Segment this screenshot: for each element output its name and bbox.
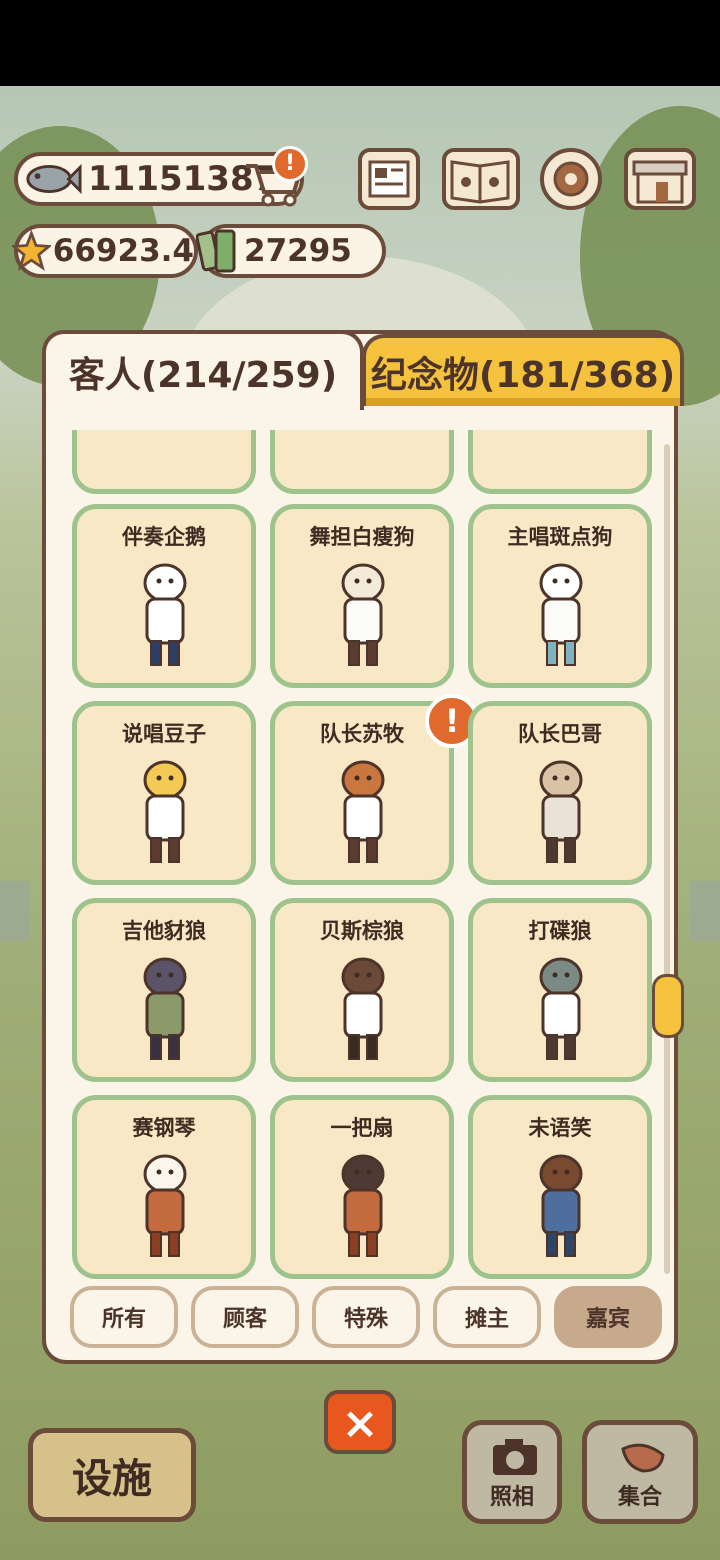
- guest-card-partial[interactable]: [468, 430, 652, 494]
- scene-left-arrow: [0, 881, 30, 941]
- guest-character-icon: [341, 1154, 385, 1257]
- guestbook-button[interactable]: [442, 148, 520, 210]
- guest-card[interactable]: 主唱斑点狗: [468, 504, 652, 688]
- filter-customers[interactable]: 顾客: [191, 1286, 299, 1348]
- guest-character-icon: [341, 957, 385, 1060]
- guest-name: 一把扇: [330, 1116, 394, 1140]
- shop-cart-button[interactable]: !: [240, 146, 308, 208]
- star-currency: 66923.4: [12, 224, 198, 278]
- tab-souvenirs[interactable]: 纪念物(181/368): [362, 334, 684, 406]
- guest-card[interactable]: 伴奏企鹅: [72, 504, 256, 688]
- guest-card[interactable]: 一把扇: [270, 1095, 454, 1279]
- guest-name: 贝斯棕狼: [320, 919, 404, 943]
- photo-button[interactable]: 照相: [462, 1420, 562, 1524]
- guest-card-partial[interactable]: [72, 430, 256, 494]
- settings-button[interactable]: [540, 148, 602, 210]
- camera-icon: [493, 1439, 537, 1475]
- scrollbar[interactable]: [664, 444, 670, 1274]
- filter-vendors[interactable]: 摊主: [433, 1286, 541, 1348]
- tab-guests[interactable]: 客人(214/259): [42, 330, 364, 410]
- whistle-icon: [621, 1443, 665, 1473]
- photo-label: 照相: [489, 1485, 534, 1510]
- guest-character-icon: [539, 1154, 583, 1257]
- guest-card[interactable]: 贝斯棕狼: [270, 898, 454, 1082]
- guest-card[interactable]: 队长巴哥: [468, 701, 652, 885]
- status-bar: [0, 0, 720, 86]
- guest-name: 吉他豺狼: [122, 919, 206, 943]
- guest-card[interactable]: 未语笑: [468, 1095, 652, 1279]
- guest-card-partial[interactable]: [270, 430, 454, 494]
- guest-character-icon: [143, 563, 187, 666]
- facility-button[interactable]: 设施: [28, 1428, 196, 1522]
- guest-character-icon: [341, 760, 385, 863]
- newspaper-icon: [368, 160, 410, 198]
- guest-card[interactable]: 队长苏牧!: [270, 694, 479, 885]
- guest-card[interactable]: 吉他豺狼: [72, 898, 256, 1082]
- guest-character-icon: [341, 563, 385, 666]
- guest-name: 舞担白瘦狗: [309, 525, 415, 549]
- ticket-count: 27295: [244, 233, 352, 269]
- guest-name: 伴奏企鹅: [122, 525, 206, 549]
- guest-card[interactable]: 说唱豆子: [72, 701, 256, 885]
- shop-icon: [632, 160, 688, 204]
- guest-name: 未语笑: [528, 1116, 592, 1140]
- guest-name: 主唱斑点狗: [507, 525, 613, 549]
- star-count: 66923.4: [52, 233, 194, 269]
- filter-all[interactable]: 所有: [70, 1286, 178, 1348]
- guest-character-icon: [539, 760, 583, 863]
- ticket-currency: 27295: [196, 224, 386, 278]
- star-icon: [12, 230, 51, 271]
- filter-bar: 所有 顾客 特殊 摊主 嘉宾: [70, 1286, 662, 1348]
- guest-character-icon: [143, 1154, 187, 1257]
- filter-guests[interactable]: 嘉宾: [554, 1286, 662, 1348]
- close-button[interactable]: ×: [324, 1390, 396, 1454]
- paw-book-icon: [450, 160, 510, 204]
- guest-name: 队长苏牧: [320, 722, 404, 746]
- cart-alert-badge: !: [272, 146, 308, 182]
- gear-icon: [553, 161, 589, 197]
- newspaper-button[interactable]: [358, 148, 420, 210]
- scrollbar-thumb[interactable]: [652, 974, 684, 1038]
- scene-right-arrow: [690, 881, 720, 941]
- guest-grid[interactable]: 伴奏企鹅 舞担白瘦狗 主唱斑点狗说唱豆子 队长苏牧! 队长巴哥吉他豺狼 贝斯棕狼 打碟狼赛钢…: [68, 430, 660, 1282]
- guest-card[interactable]: 舞担白瘦狗: [270, 504, 454, 688]
- guest-character-icon: [143, 957, 187, 1060]
- guest-name: 打碟狼: [528, 919, 592, 943]
- guest-character-icon: [143, 760, 187, 863]
- guest-character-icon: [539, 563, 583, 666]
- guest-card[interactable]: 赛钢琴: [72, 1095, 256, 1279]
- fish-icon: [26, 163, 82, 195]
- gather-label: 集合: [617, 1485, 662, 1510]
- guest-name: 队长巴哥: [518, 722, 602, 746]
- guest-name: 说唱豆子: [122, 722, 206, 746]
- collection-panel: 客人(214/259) 纪念物(181/368) 伴奏企鹅 舞担白瘦狗 主唱斑点狗说…: [42, 330, 684, 1364]
- guest-name: 赛钢琴: [132, 1116, 196, 1140]
- gather-button[interactable]: 集合: [582, 1420, 698, 1524]
- guest-character-icon: [539, 957, 583, 1060]
- guest-card[interactable]: 打碟狼: [468, 898, 652, 1082]
- filter-special[interactable]: 特殊: [312, 1286, 420, 1348]
- ticket-icon: [196, 229, 236, 273]
- shop-button[interactable]: [624, 148, 696, 210]
